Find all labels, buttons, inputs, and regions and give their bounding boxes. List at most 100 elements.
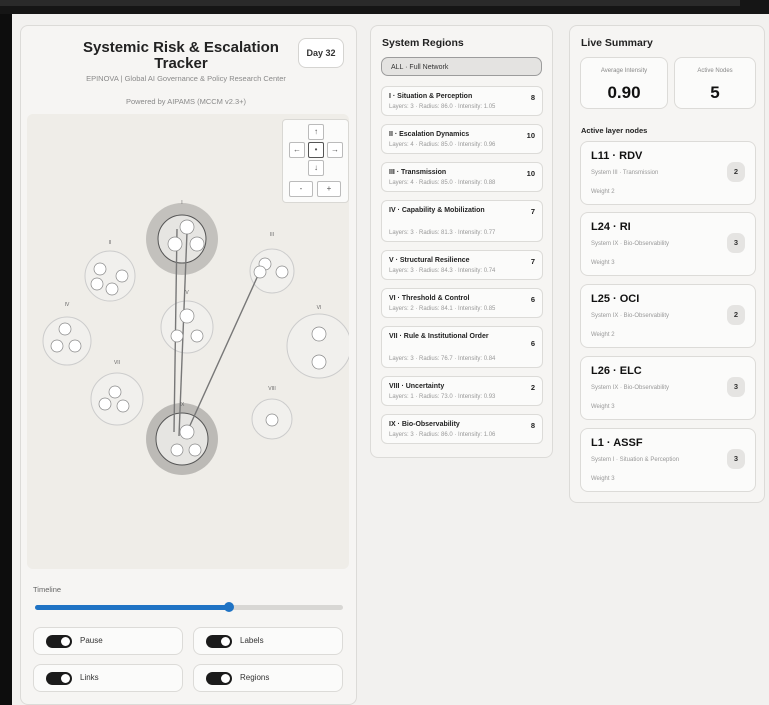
all-regions-button[interactable]: ALL · Full Network bbox=[381, 57, 542, 76]
page-title: Systemic Risk & Escalation Tracker bbox=[83, 39, 279, 72]
region-item[interactable]: IX · Bio-Observability 8 Layers: 3 · Rad… bbox=[381, 414, 543, 444]
region-count: 7 bbox=[530, 257, 535, 266]
monitor-bezel bbox=[0, 0, 769, 14]
layer-node-card[interactable]: L11 · RDV System III · Transmission Weig… bbox=[580, 141, 756, 205]
region-item[interactable]: VIII · Uncertainty 2 Layers: 1 · Radius:… bbox=[381, 376, 543, 406]
regions-switch[interactable] bbox=[206, 672, 232, 685]
nav-pad: ↑ ← • → ↓ - + bbox=[282, 119, 349, 203]
pan-right-button[interactable]: → bbox=[327, 142, 343, 158]
layer-node-card[interactable]: L25 · OCI System IX · Bio-Observability … bbox=[580, 284, 756, 348]
region-item[interactable]: I · Situation & Perception 8 Layers: 3 ·… bbox=[381, 86, 543, 116]
weight-badge: 2 bbox=[727, 305, 745, 325]
pan-left-button[interactable]: ← bbox=[289, 142, 305, 158]
live-summary-panel: Live Summary Average Intensity 0.90 Acti… bbox=[569, 25, 765, 503]
active-nodes-card: Active Nodes 5 bbox=[674, 57, 756, 109]
region-ix-halo bbox=[146, 403, 218, 475]
labels-switch[interactable] bbox=[206, 635, 232, 648]
node-title: L11 · RDV bbox=[591, 150, 643, 162]
pause-label: Pause bbox=[80, 636, 103, 645]
layer-node-card[interactable]: L1 · ASSF System I · Situation & Percept… bbox=[580, 428, 756, 492]
region-name: V · Structural Resilience bbox=[389, 257, 470, 264]
region-name: VI · Threshold & Control bbox=[389, 295, 470, 302]
active-nodes-value: 5 bbox=[710, 83, 720, 102]
node-title: L24 · RI bbox=[591, 221, 631, 233]
timeline-label: Timeline bbox=[33, 585, 62, 594]
region-meta: Layers: 3 · Radius: 84.3 · Intensity: 0.… bbox=[389, 268, 496, 274]
weight-badge: 3 bbox=[727, 449, 745, 469]
region-count: 10 bbox=[526, 169, 535, 178]
node-system: System III · Transmission bbox=[591, 170, 659, 176]
region-meta: Layers: 3 · Radius: 86.0 · Intensity: 1.… bbox=[389, 432, 496, 438]
region-label-viii: VIII bbox=[268, 386, 276, 392]
region-label-i: I bbox=[181, 200, 182, 206]
region-count: 7 bbox=[530, 207, 535, 216]
node-weight: Weight 3 bbox=[591, 260, 615, 266]
timeline-fill bbox=[35, 605, 230, 610]
timeline-slider[interactable] bbox=[35, 602, 343, 612]
region-label-ii: II bbox=[109, 240, 112, 246]
system-regions-panel: System Regions ALL · Full Network I · Si… bbox=[370, 25, 553, 458]
region-meta: Layers: 2 · Radius: 84.1 · Intensity: 0.… bbox=[389, 306, 496, 312]
region-item[interactable]: II · Escalation Dynamics 10 Layers: 4 · … bbox=[381, 124, 543, 154]
layer-node-card[interactable]: L24 · RI System IX · Bio-Observability W… bbox=[580, 212, 756, 276]
region-name: II · Escalation Dynamics bbox=[389, 131, 470, 138]
links-switch[interactable] bbox=[46, 672, 72, 685]
region-meta: Layers: 1 · Radius: 73.0 · Intensity: 0.… bbox=[389, 394, 496, 400]
region-meta: Layers: 4 · Radius: 85.0 · Intensity: 0.… bbox=[389, 180, 496, 186]
summary-header: Live Summary bbox=[581, 37, 653, 49]
weight-badge: 2 bbox=[727, 162, 745, 182]
region-i-halo bbox=[146, 203, 218, 275]
average-intensity-card: Average Intensity 0.90 bbox=[580, 57, 668, 109]
region-label-vi: VI bbox=[317, 305, 322, 311]
region-vii-circle[interactable] bbox=[90, 372, 144, 426]
node-weight: Weight 3 bbox=[591, 404, 615, 410]
pause-toggle[interactable]: Pause bbox=[33, 627, 183, 655]
region-item[interactable]: III · Transmission 10 Layers: 4 · Radius… bbox=[381, 162, 543, 192]
node-system: System IX · Bio-Observability bbox=[591, 241, 670, 247]
pause-switch[interactable] bbox=[46, 635, 72, 648]
org-subtitle: EPINOVA | Global AI Governance & Policy … bbox=[86, 74, 286, 83]
active-layer-header: Active layer nodes bbox=[581, 126, 648, 135]
region-name: VIII · Uncertainty bbox=[389, 383, 445, 390]
timeline-thumb[interactable] bbox=[224, 602, 235, 612]
regions-label: Regions bbox=[240, 673, 270, 682]
links-toggle[interactable]: Links bbox=[33, 664, 183, 692]
region-count: 10 bbox=[526, 131, 535, 140]
weight-badge: 3 bbox=[727, 377, 745, 397]
day-badge[interactable]: Day 32 bbox=[298, 38, 344, 68]
zoom-in-button[interactable]: + bbox=[317, 181, 341, 197]
region-name: III · Transmission bbox=[389, 169, 447, 176]
region-name: I · Situation & Perception bbox=[389, 93, 473, 100]
node-system: System IX · Bio-Observability bbox=[591, 385, 670, 391]
node-weight: Weight 2 bbox=[591, 189, 615, 195]
links-label: Links bbox=[80, 673, 99, 682]
region-count: 6 bbox=[530, 339, 535, 348]
node-title: L1 · ASSF bbox=[591, 437, 643, 449]
pan-down-button[interactable]: ↓ bbox=[308, 160, 324, 176]
regions-header: System Regions bbox=[382, 37, 464, 49]
region-item[interactable]: IV · Capability & Mobilization 7 Layers:… bbox=[381, 200, 543, 242]
region-count: 2 bbox=[530, 383, 535, 392]
pan-up-button[interactable]: ↑ bbox=[308, 124, 324, 140]
network-canvas[interactable]: I II III IV V VI VII VIII IX ↑ ← • → ↓ -… bbox=[27, 114, 349, 569]
node-system: System IX · Bio-Observability bbox=[591, 313, 670, 319]
region-item[interactable]: VII · Rule & Institutional Order 6 Layer… bbox=[381, 326, 543, 368]
layer-node-card[interactable]: L26 · ELC System IX · Bio-Observability … bbox=[580, 356, 756, 420]
node-weight: Weight 3 bbox=[591, 476, 615, 482]
labels-toggle[interactable]: Labels bbox=[193, 627, 343, 655]
node-title: L25 · OCI bbox=[591, 293, 640, 305]
region-meta: Layers: 3 · Radius: 86.0 · Intensity: 1.… bbox=[389, 104, 496, 110]
region-label-ix: IX bbox=[180, 402, 185, 408]
average-intensity-label: Average Intensity bbox=[600, 68, 648, 74]
region-item[interactable]: V · Structural Resilience 7 Layers: 3 · … bbox=[381, 250, 543, 280]
zoom-out-button[interactable]: - bbox=[289, 181, 313, 197]
regions-toggle[interactable]: Regions bbox=[193, 664, 343, 692]
region-name: IV · Capability & Mobilization bbox=[389, 207, 485, 214]
region-name: VII · Rule & Institutional Order bbox=[389, 333, 489, 340]
node-weight: Weight 2 bbox=[591, 332, 615, 338]
region-item[interactable]: VI · Threshold & Control 6 Layers: 2 · R… bbox=[381, 288, 543, 318]
average-intensity-value: 0.90 bbox=[607, 83, 641, 102]
pan-center-button[interactable]: • bbox=[308, 142, 324, 158]
region-count: 8 bbox=[530, 93, 535, 102]
weight-badge: 3 bbox=[727, 233, 745, 253]
